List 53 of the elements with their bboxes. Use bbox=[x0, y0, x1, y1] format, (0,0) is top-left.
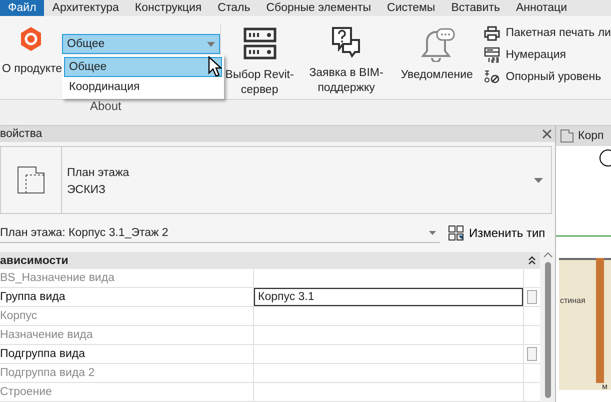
caret-icon bbox=[206, 42, 215, 46]
property-name: Группа вида bbox=[0, 288, 254, 306]
dropdown-option[interactable]: Координация bbox=[64, 77, 222, 97]
menu-tab[interactable]: Сталь bbox=[210, 0, 258, 16]
associate-parameter-button[interactable] bbox=[527, 347, 537, 361]
menu-tab[interactable]: Конструкция bbox=[126, 0, 210, 16]
level-icon bbox=[484, 70, 500, 84]
caret-icon bbox=[429, 230, 436, 234]
menu-tab[interactable]: Системы bbox=[379, 0, 444, 16]
type-name: ЭСКИЗ bbox=[67, 183, 106, 198]
printer-icon bbox=[484, 26, 500, 40]
ribbon-button[interactable]: Уведомление bbox=[394, 16, 480, 99]
ribbon-button[interactable]: Пакетная печать ли bbox=[484, 24, 611, 42]
menu-tab[interactable]: Файл bbox=[0, 0, 44, 16]
ribbon-button[interactable]: Опорный уровень bbox=[484, 68, 611, 86]
property-name: BS_Назначение вида bbox=[0, 269, 254, 287]
property-value[interactable]: Корпус 3.1 bbox=[254, 288, 523, 306]
dropdown[interactable]: Общее bbox=[62, 34, 220, 54]
edit-type-button[interactable]: Изменить тип bbox=[444, 225, 550, 241]
associate-parameter-button[interactable] bbox=[527, 290, 537, 304]
ribbon-button[interactable]: Нумерация bbox=[484, 46, 611, 64]
server-icon bbox=[242, 26, 277, 62]
property-name: Подгруппа вида 2 bbox=[0, 364, 254, 382]
section-header: ависимости bbox=[0, 254, 68, 266]
close-icon[interactable] bbox=[542, 129, 552, 139]
instance-dropdown[interactable]: План этажа: Корпус 3.1_Этаж 2 bbox=[0, 223, 440, 243]
menu-tab[interactable]: Вставить bbox=[443, 0, 508, 16]
type-selector[interactable]: План этажа ЭСКИЗ bbox=[0, 146, 552, 214]
ribbon-button[interactable]: Заявка в BIM-поддержку bbox=[298, 16, 394, 99]
property-name: Строение bbox=[0, 383, 254, 401]
menu-tab[interactable]: Архитектура bbox=[44, 0, 127, 16]
panel-title: войства bbox=[0, 128, 42, 140]
property-name: Подгруппа вида bbox=[0, 345, 254, 363]
numbering-icon bbox=[484, 47, 500, 63]
property-name: Назначение вида bbox=[0, 326, 254, 344]
floor-plan-icon bbox=[560, 129, 574, 143]
caret-icon bbox=[534, 178, 543, 182]
collapse-icon[interactable] bbox=[528, 256, 536, 265]
dropdown-option[interactable]: Общее bbox=[64, 57, 222, 77]
floor-plan-icon bbox=[16, 164, 46, 196]
hexagon-logo-icon bbox=[19, 26, 43, 52]
floor-plan-drawing: стиная м bbox=[556, 146, 611, 402]
scrollbar[interactable] bbox=[540, 252, 555, 402]
question-chat-icon bbox=[331, 26, 362, 60]
family-name: План этажа bbox=[67, 166, 130, 181]
menu-tab[interactable]: Аннотаци bbox=[508, 0, 576, 16]
panel-label: About bbox=[90, 99, 122, 113]
about-button[interactable]: О продукте bbox=[2, 63, 62, 75]
menu-tab[interactable]: Сборные элементы bbox=[258, 0, 380, 16]
property-name: Корпус bbox=[0, 307, 254, 325]
edit-type-icon bbox=[448, 225, 464, 241]
ribbon-button[interactable]: Выбор Revit-сервер bbox=[220, 16, 299, 99]
scroll-up-icon[interactable] bbox=[542, 252, 552, 258]
